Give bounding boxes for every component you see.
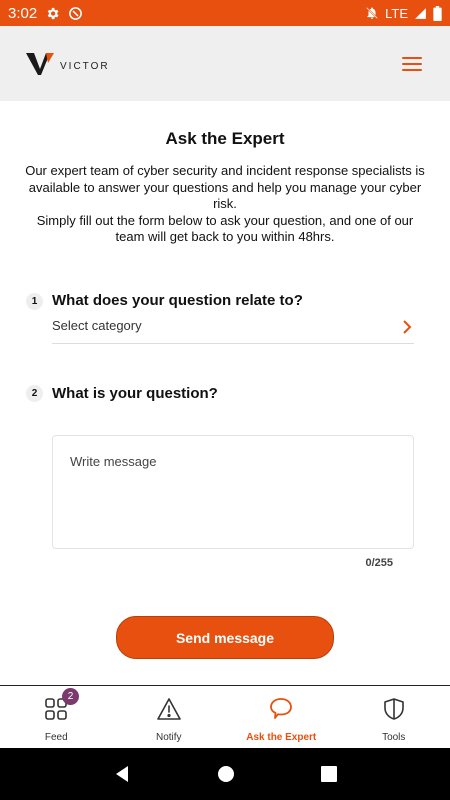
intro-line-2: Simply fill out the form below to ask yo… [36,212,414,245]
app-header: VICTOR [0,26,450,101]
notification-badge: 2 [62,688,79,705]
nav-item-ask-the-expert[interactable]: Ask the Expert [225,686,338,748]
nav-item-feed[interactable]: 2 Feed [0,686,113,748]
system-nav-bar [0,748,450,800]
chat-bubble-icon [268,696,294,722]
status-time: 3:02 [8,4,38,22]
nav-label-notify: Notify [155,732,182,743]
message-placeholder: Write message [70,454,157,469]
mute-icon [365,6,379,20]
intro-text: Our expert team of cyber security and in… [24,163,426,246]
status-bar: 3:02 LTE [0,0,450,26]
victor-logo[interactable]: VICTOR [26,51,110,77]
category-select-placeholder: Select category [52,318,142,333]
character-counter: 0/255 [365,557,393,569]
send-message-button[interactable]: Send message [116,616,334,659]
settings-icon [45,6,60,21]
sync-icon [68,6,83,21]
main-content: Ask the Expert Our expert team of cyber … [0,101,450,246]
question-2-text: What is your question? [52,385,218,402]
category-select[interactable]: Select category [52,318,414,344]
victor-logo-mark [26,52,54,75]
network-label: LTE [385,5,408,21]
nav-label-tools: Tools [382,732,406,743]
recents-icon[interactable] [321,766,337,782]
page-title: Ask the Expert [165,129,285,148]
nav-label-ask-the-expert: Ask the Expert [246,732,317,743]
nav-label-feed: Feed [44,732,68,743]
hamburger-menu-icon[interactable] [400,54,424,74]
bottom-nav: 2 Feed Notify Ask the Expert Tools [0,685,450,748]
chevron-right-icon [402,320,412,337]
nav-item-tools[interactable]: Tools [338,686,450,748]
back-icon[interactable] [113,765,131,783]
battery-icon [433,5,442,21]
warning-icon [156,696,182,722]
nav-item-notify[interactable]: Notify [113,686,226,748]
logo-text: VICTOR [60,61,110,72]
signal-icon [414,7,427,20]
message-textarea[interactable]: Write message [52,435,414,549]
home-icon[interactable] [217,765,235,783]
question-2-number: 2 [26,385,43,402]
intro-line-1: Our expert team of cyber security and in… [25,163,425,211]
question-1-text: What does your question relate to? [52,292,303,309]
question-1-number: 1 [26,293,43,310]
shield-icon [383,696,405,722]
